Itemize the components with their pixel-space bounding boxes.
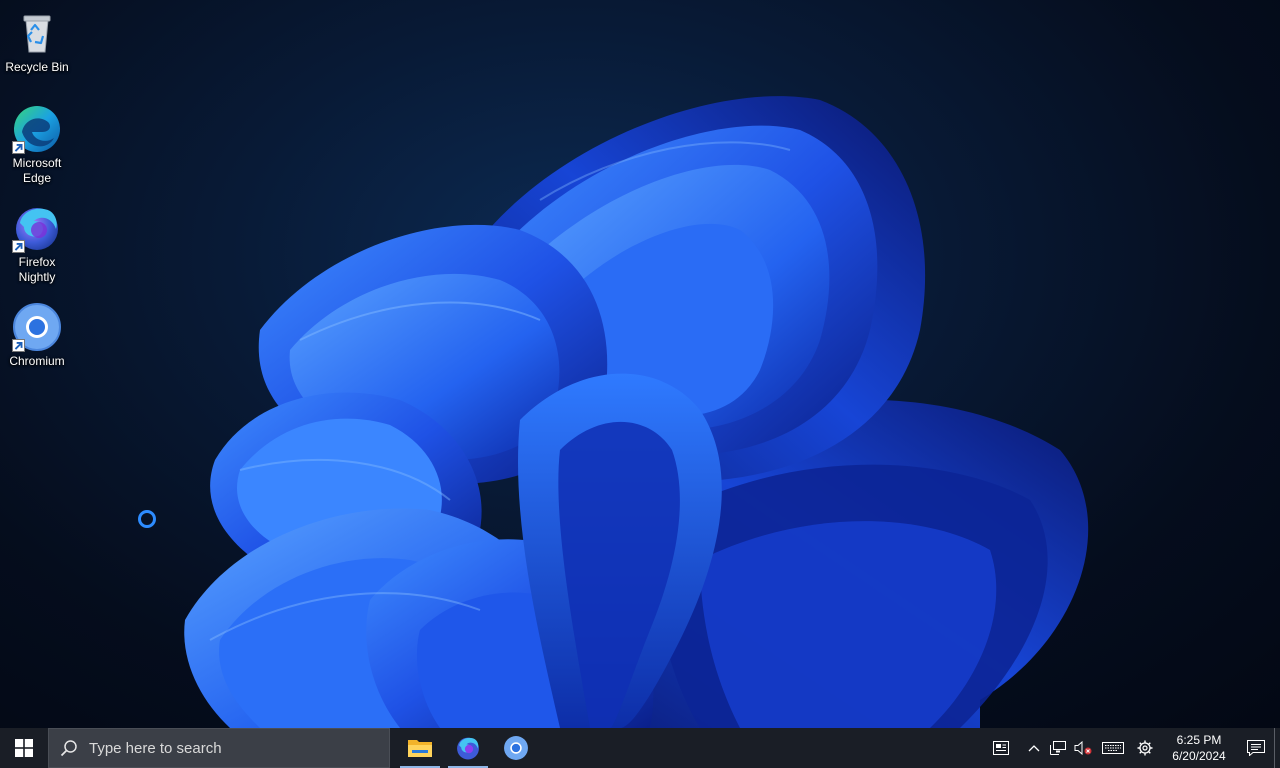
chevron-up-icon	[1028, 745, 1040, 752]
taskbar-clock[interactable]: 6:25 PM 6/20/2024	[1160, 728, 1238, 768]
system-tray: 6:25 PM 6/20/2024	[984, 728, 1280, 768]
desktop[interactable]: Recycle Bin Microsoft Edge Firefox Night…	[0, 0, 1280, 728]
clock-time: 6:25 PM	[1176, 733, 1222, 747]
show-hidden-icons-button[interactable]	[1022, 728, 1046, 768]
shortcut-arrow-icon	[12, 339, 25, 352]
network-button[interactable]	[1046, 728, 1070, 768]
action-center-button[interactable]	[1238, 728, 1274, 768]
news-icon	[993, 741, 1009, 755]
taskbar-app-firefox-nightly[interactable]	[444, 728, 492, 768]
desktop-icon-recycle-bin[interactable]: Recycle Bin	[0, 8, 74, 75]
firefox-nightly-icon	[457, 737, 479, 760]
shortcut-arrow-icon	[12, 141, 25, 154]
desktop-icon-label: Firefox Nightly	[18, 255, 56, 284]
desktop-icon-firefox-nightly[interactable]: Firefox Nightly	[0, 203, 74, 285]
keyboard-icon	[1102, 742, 1124, 754]
clock-date: 6/20/2024	[1172, 749, 1226, 763]
chromium-icon	[504, 736, 528, 760]
recycle-bin-icon	[12, 8, 62, 58]
wallpaper-bloom	[184, 96, 1089, 728]
edge-icon	[12, 104, 62, 154]
taskbar-app-chromium[interactable]	[492, 728, 540, 768]
busy-cursor-icon	[138, 510, 156, 528]
start-button[interactable]	[0, 728, 48, 768]
taskbar-app-file-explorer[interactable]	[396, 728, 444, 768]
desktop-icon-edge[interactable]: Microsoft Edge	[0, 104, 74, 186]
search-placeholder: Type here to search	[89, 739, 222, 757]
notification-icon	[1247, 740, 1265, 756]
gear-icon	[1137, 740, 1153, 756]
desktop-icon-label: Recycle Bin	[5, 60, 69, 74]
windows-logo-icon	[15, 739, 33, 757]
firefox-nightly-icon	[12, 203, 62, 253]
volume-button[interactable]	[1070, 728, 1096, 768]
shortcut-arrow-icon	[12, 240, 25, 253]
folder-icon	[408, 740, 432, 757]
desktop-icon-chromium[interactable]: Chromium	[0, 302, 74, 369]
speaker-muted-icon	[1074, 741, 1092, 755]
show-desktop-button[interactable]	[1274, 728, 1280, 768]
taskbar: Type here to search 6:25 PM 6/20/2024	[0, 728, 1280, 768]
chromium-icon	[12, 302, 62, 352]
search-box[interactable]: Type here to search	[48, 728, 390, 768]
network-icon	[1050, 741, 1066, 755]
news-widget-button[interactable]	[984, 728, 1018, 768]
input-indicator-button[interactable]	[1096, 728, 1130, 768]
settings-button[interactable]	[1130, 728, 1160, 768]
search-icon	[60, 740, 77, 757]
